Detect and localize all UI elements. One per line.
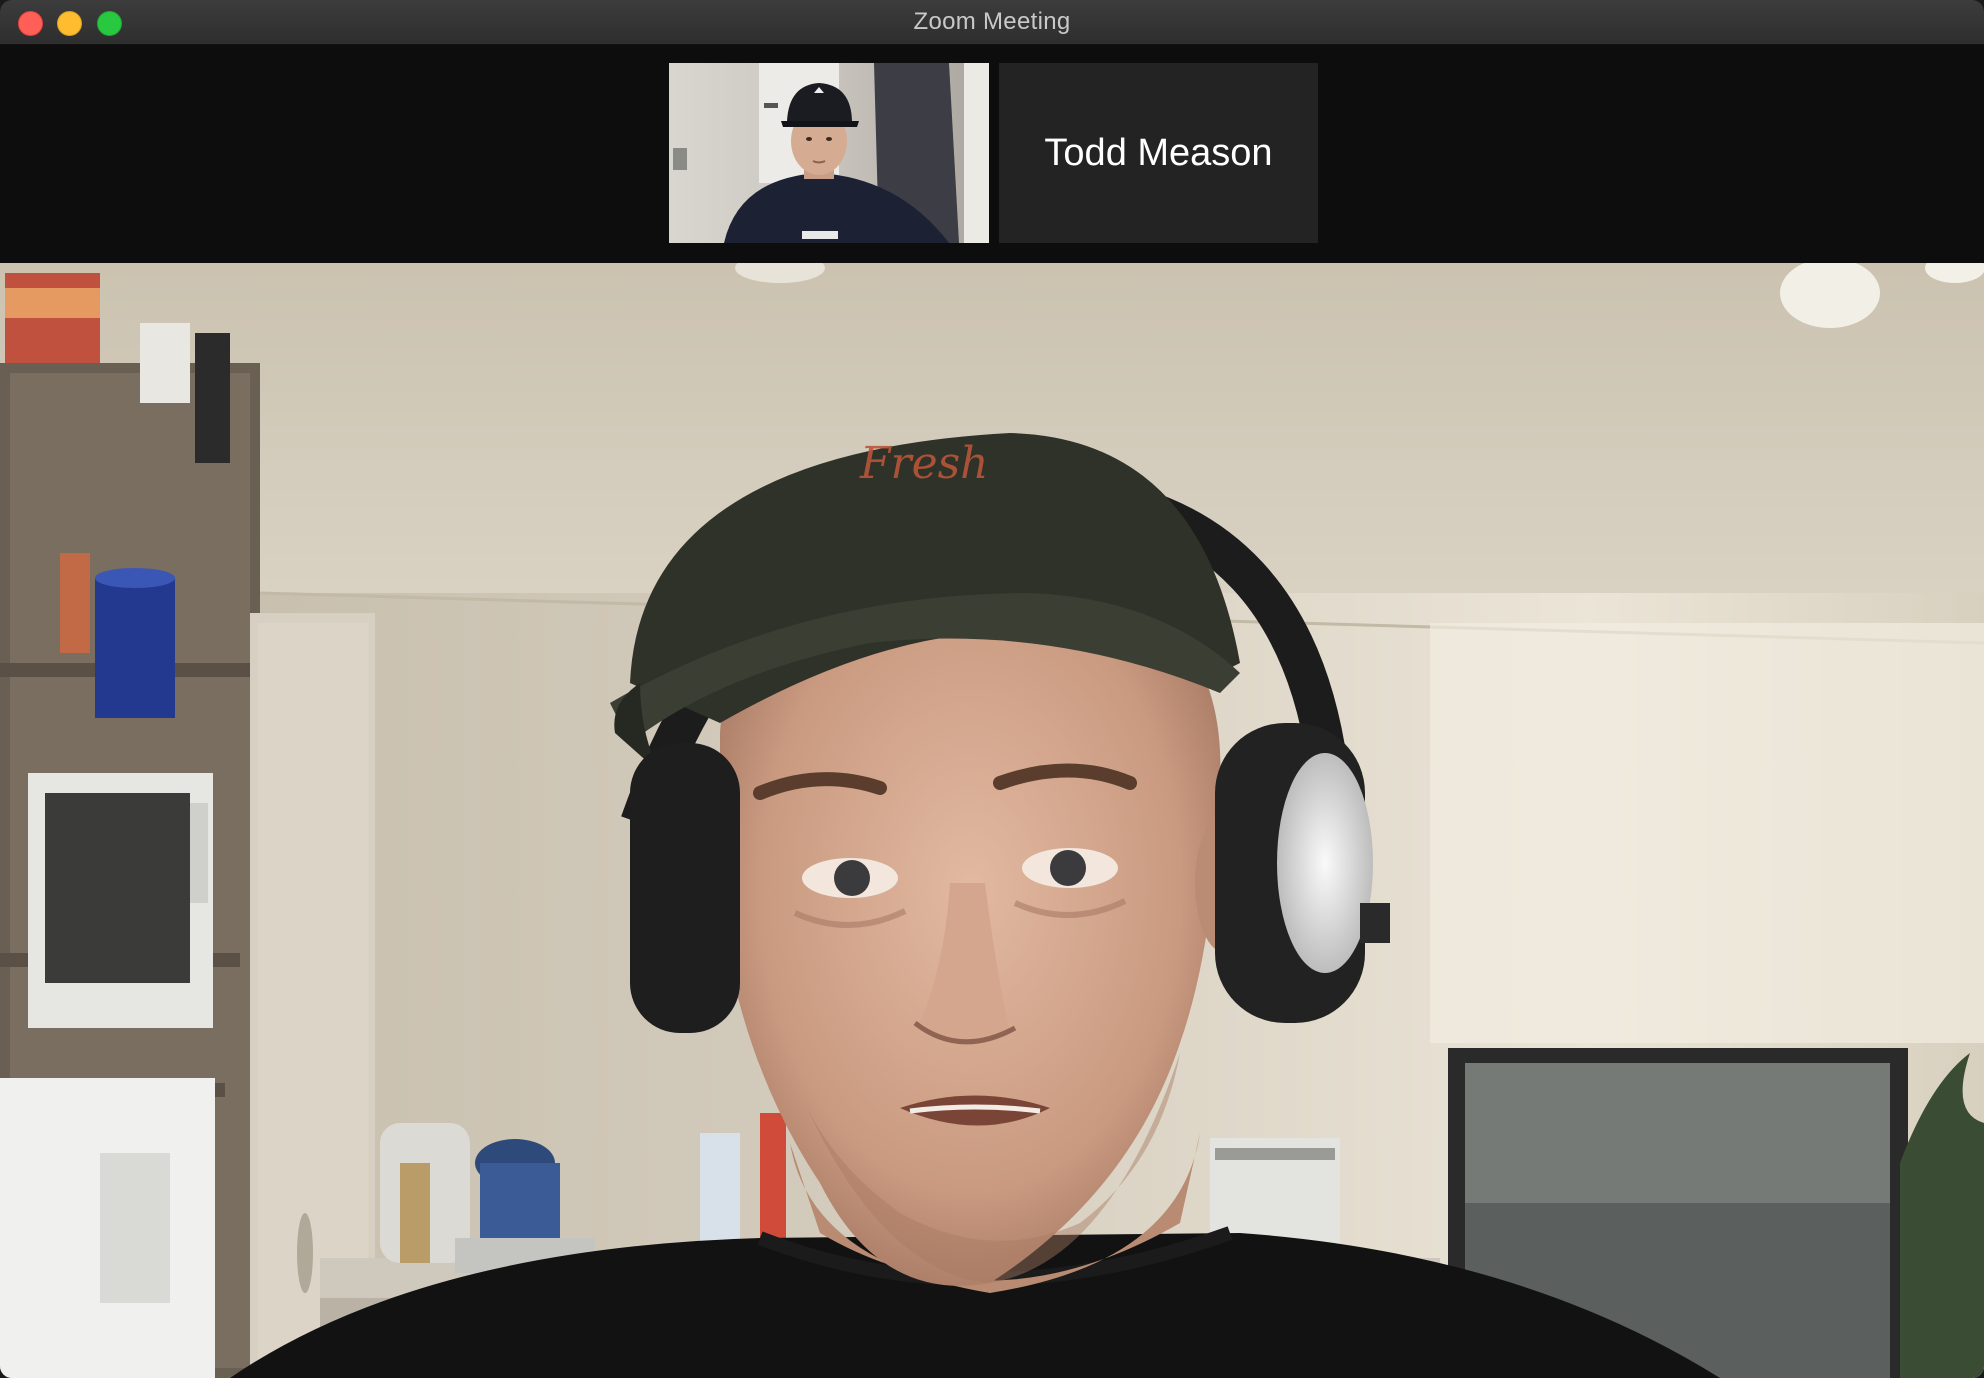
- svg-text:Fresh: Fresh: [859, 438, 989, 489]
- active-speaker-video[interactable]: Fresh: [0, 263, 1984, 1378]
- title-bar[interactable]: Zoom Meeting: [0, 0, 1984, 45]
- window-title: Zoom Meeting: [913, 8, 1071, 35]
- participant-name: Todd Meason: [1044, 131, 1273, 174]
- zoom-window: Zoom Meeting Todd Meason Fresh: [0, 0, 1984, 1378]
- participant-video-image: [669, 63, 989, 243]
- participant-strip: Todd Meason: [0, 45, 1984, 263]
- participant-name-tile[interactable]: Todd Meason: [999, 63, 1318, 243]
- participant-video-tile[interactable]: [669, 63, 989, 243]
- active-speaker-video-image: Fresh: [0, 263, 1984, 1378]
